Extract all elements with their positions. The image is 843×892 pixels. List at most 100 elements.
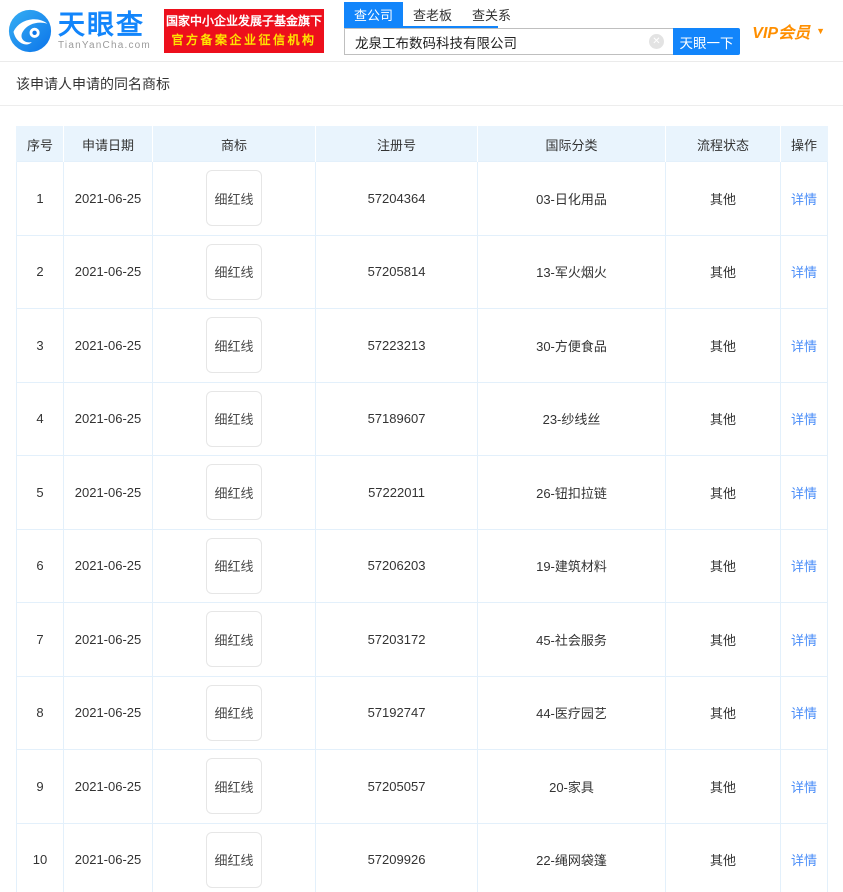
search-row: ✕ 天眼一下 [343, 28, 740, 55]
cell-apply-date: 2021-06-25 [63, 822, 153, 892]
cell-serial: 7 [16, 602, 64, 677]
cell-trademark: 细红线 [152, 161, 316, 236]
cell-intl-class: 44-医疗园艺 [477, 675, 666, 750]
cell-trademark: 细红线 [152, 381, 316, 456]
vip-member-link[interactable]: VIP会员 ▼ [752, 19, 825, 43]
cell-apply-date: 2021-06-25 [63, 455, 153, 530]
col-header-status: 流程状态 [665, 126, 781, 162]
cell-reg-no: 57206203 [315, 528, 478, 603]
cell-action: 详情 [780, 602, 828, 677]
cell-apply-date: 2021-06-25 [63, 234, 153, 309]
table-row: 4 2021-06-25 细红线 57189607 23-纱线丝 其他 详情 [16, 381, 828, 456]
cell-intl-class: 03-日化用品 [477, 161, 666, 236]
detail-link[interactable]: 详情 [791, 339, 817, 354]
trademark-preview-box: 细红线 [206, 170, 262, 227]
detail-link[interactable]: 详情 [791, 192, 817, 207]
trademark-preview-box: 细红线 [206, 464, 262, 521]
cell-trademark: 细红线 [152, 822, 316, 892]
cell-status: 其他 [665, 675, 781, 750]
detail-link[interactable]: 详情 [791, 265, 817, 280]
cell-serial: 4 [16, 381, 64, 456]
cell-action: 详情 [780, 749, 828, 824]
table-row: 10 2021-06-25 细红线 57209926 22-绳网袋篷 其他 详情 [16, 822, 828, 892]
table-row: 3 2021-06-25 细红线 57223213 30-方便食品 其他 详情 [16, 308, 828, 383]
tab-search-company[interactable]: 查公司 [343, 2, 403, 26]
cell-status: 其他 [665, 234, 781, 309]
cell-action: 详情 [780, 822, 828, 892]
table-row: 7 2021-06-25 细红线 57203172 45-社会服务 其他 详情 [16, 602, 828, 677]
search-button[interactable]: 天眼一下 [672, 28, 740, 55]
cell-status: 其他 [665, 602, 781, 677]
logo[interactable]: 天眼查 TianYanCha.com [8, 9, 151, 53]
vip-label: VIP会员 [752, 24, 811, 42]
cell-intl-class: 30-方便食品 [477, 308, 666, 383]
logo-subtitle: TianYanCha.com [58, 39, 151, 51]
cell-serial: 9 [16, 749, 64, 824]
table-row: 2 2021-06-25 细红线 57205814 13-军火烟火 其他 详情 [16, 234, 828, 309]
cell-reg-no: 57223213 [315, 308, 478, 383]
cell-reg-no: 57192747 [315, 675, 478, 750]
cell-action: 详情 [780, 381, 828, 456]
cell-apply-date: 2021-06-25 [63, 528, 153, 603]
search-input-wrap: ✕ [343, 28, 673, 55]
detail-link[interactable]: 详情 [791, 853, 817, 868]
cell-reg-no: 57205814 [315, 234, 478, 309]
tab-search-relation[interactable]: 查关系 [462, 2, 521, 26]
certification-badge-line2: 官方备案企业征信机构 [171, 32, 317, 47]
cell-apply-date: 2021-06-25 [63, 602, 153, 677]
table-row: 5 2021-06-25 细红线 57222011 26-钮扣拉链 其他 详情 [16, 455, 828, 530]
detail-link[interactable]: 详情 [791, 706, 817, 721]
cell-serial: 10 [16, 822, 64, 892]
detail-link[interactable]: 详情 [791, 780, 817, 795]
search-tabs: 查公司 查老板 查关系 [343, 2, 511, 28]
cell-apply-date: 2021-06-25 [63, 675, 153, 750]
table-row: 1 2021-06-25 细红线 57204364 03-日化用品 其他 详情 [16, 161, 828, 236]
top-header: 天眼查 TianYanCha.com 国家中小企业发展子基金旗下 官方备案企业征… [0, 0, 843, 62]
cell-status: 其他 [665, 822, 781, 892]
cell-serial: 5 [16, 455, 64, 530]
search-input[interactable] [343, 28, 673, 55]
cell-intl-class: 13-军火烟火 [477, 234, 666, 309]
table-row: 9 2021-06-25 细红线 57205057 20-家具 其他 详情 [16, 749, 828, 824]
detail-link[interactable]: 详情 [791, 559, 817, 574]
trademark-preview-box: 细红线 [206, 243, 262, 300]
cell-reg-no: 57209926 [315, 822, 478, 892]
cell-reg-no: 57222011 [315, 455, 478, 530]
table-header: 序号 申请日期 商标 注册号 国际分类 流程状态 操作 [16, 126, 828, 162]
detail-link[interactable]: 详情 [791, 633, 817, 648]
clear-search-icon[interactable]: ✕ [648, 34, 664, 49]
detail-link[interactable]: 详情 [791, 486, 817, 501]
col-header-intl-class: 国际分类 [477, 126, 666, 162]
cell-status: 其他 [665, 528, 781, 603]
col-header-reg-no: 注册号 [315, 126, 478, 162]
cell-apply-date: 2021-06-25 [63, 308, 153, 383]
cell-status: 其他 [665, 749, 781, 824]
logo-text: 天眼查 TianYanCha.com [58, 11, 151, 51]
cell-action: 详情 [780, 528, 828, 603]
chevron-down-icon: ▼ [816, 25, 825, 36]
cell-action: 详情 [780, 161, 828, 236]
cell-status: 其他 [665, 308, 781, 383]
cell-trademark: 细红线 [152, 455, 316, 530]
cell-apply-date: 2021-06-25 [63, 381, 153, 456]
trademark-preview-box: 细红线 [206, 390, 262, 447]
table-row: 8 2021-06-25 细红线 57192747 44-医疗园艺 其他 详情 [16, 675, 828, 750]
cell-trademark: 细红线 [152, 749, 316, 824]
cell-trademark: 细红线 [152, 675, 316, 750]
table-body: 1 2021-06-25 细红线 57204364 03-日化用品 其他 详情 … [16, 161, 828, 892]
cell-status: 其他 [665, 381, 781, 456]
cell-serial: 8 [16, 675, 64, 750]
trademark-table: 序号 申请日期 商标 注册号 国际分类 流程状态 操作 1 2021-06-25… [16, 126, 828, 892]
tab-search-boss[interactable]: 查老板 [403, 2, 462, 26]
col-header-serial: 序号 [16, 126, 64, 162]
detail-link[interactable]: 详情 [791, 412, 817, 427]
table-row: 6 2021-06-25 细红线 57206203 19-建筑材料 其他 详情 [16, 528, 828, 603]
page-title: 该申请人申请的同名商标 [16, 76, 170, 92]
cell-intl-class: 23-纱线丝 [477, 381, 666, 456]
cell-action: 详情 [780, 308, 828, 383]
certification-badge-line1: 国家中小企业发展子基金旗下 [165, 13, 322, 28]
cell-action: 详情 [780, 675, 828, 750]
trademark-preview-box: 细红线 [206, 831, 262, 888]
cell-action: 详情 [780, 455, 828, 530]
trademark-preview-box: 细红线 [206, 684, 262, 741]
